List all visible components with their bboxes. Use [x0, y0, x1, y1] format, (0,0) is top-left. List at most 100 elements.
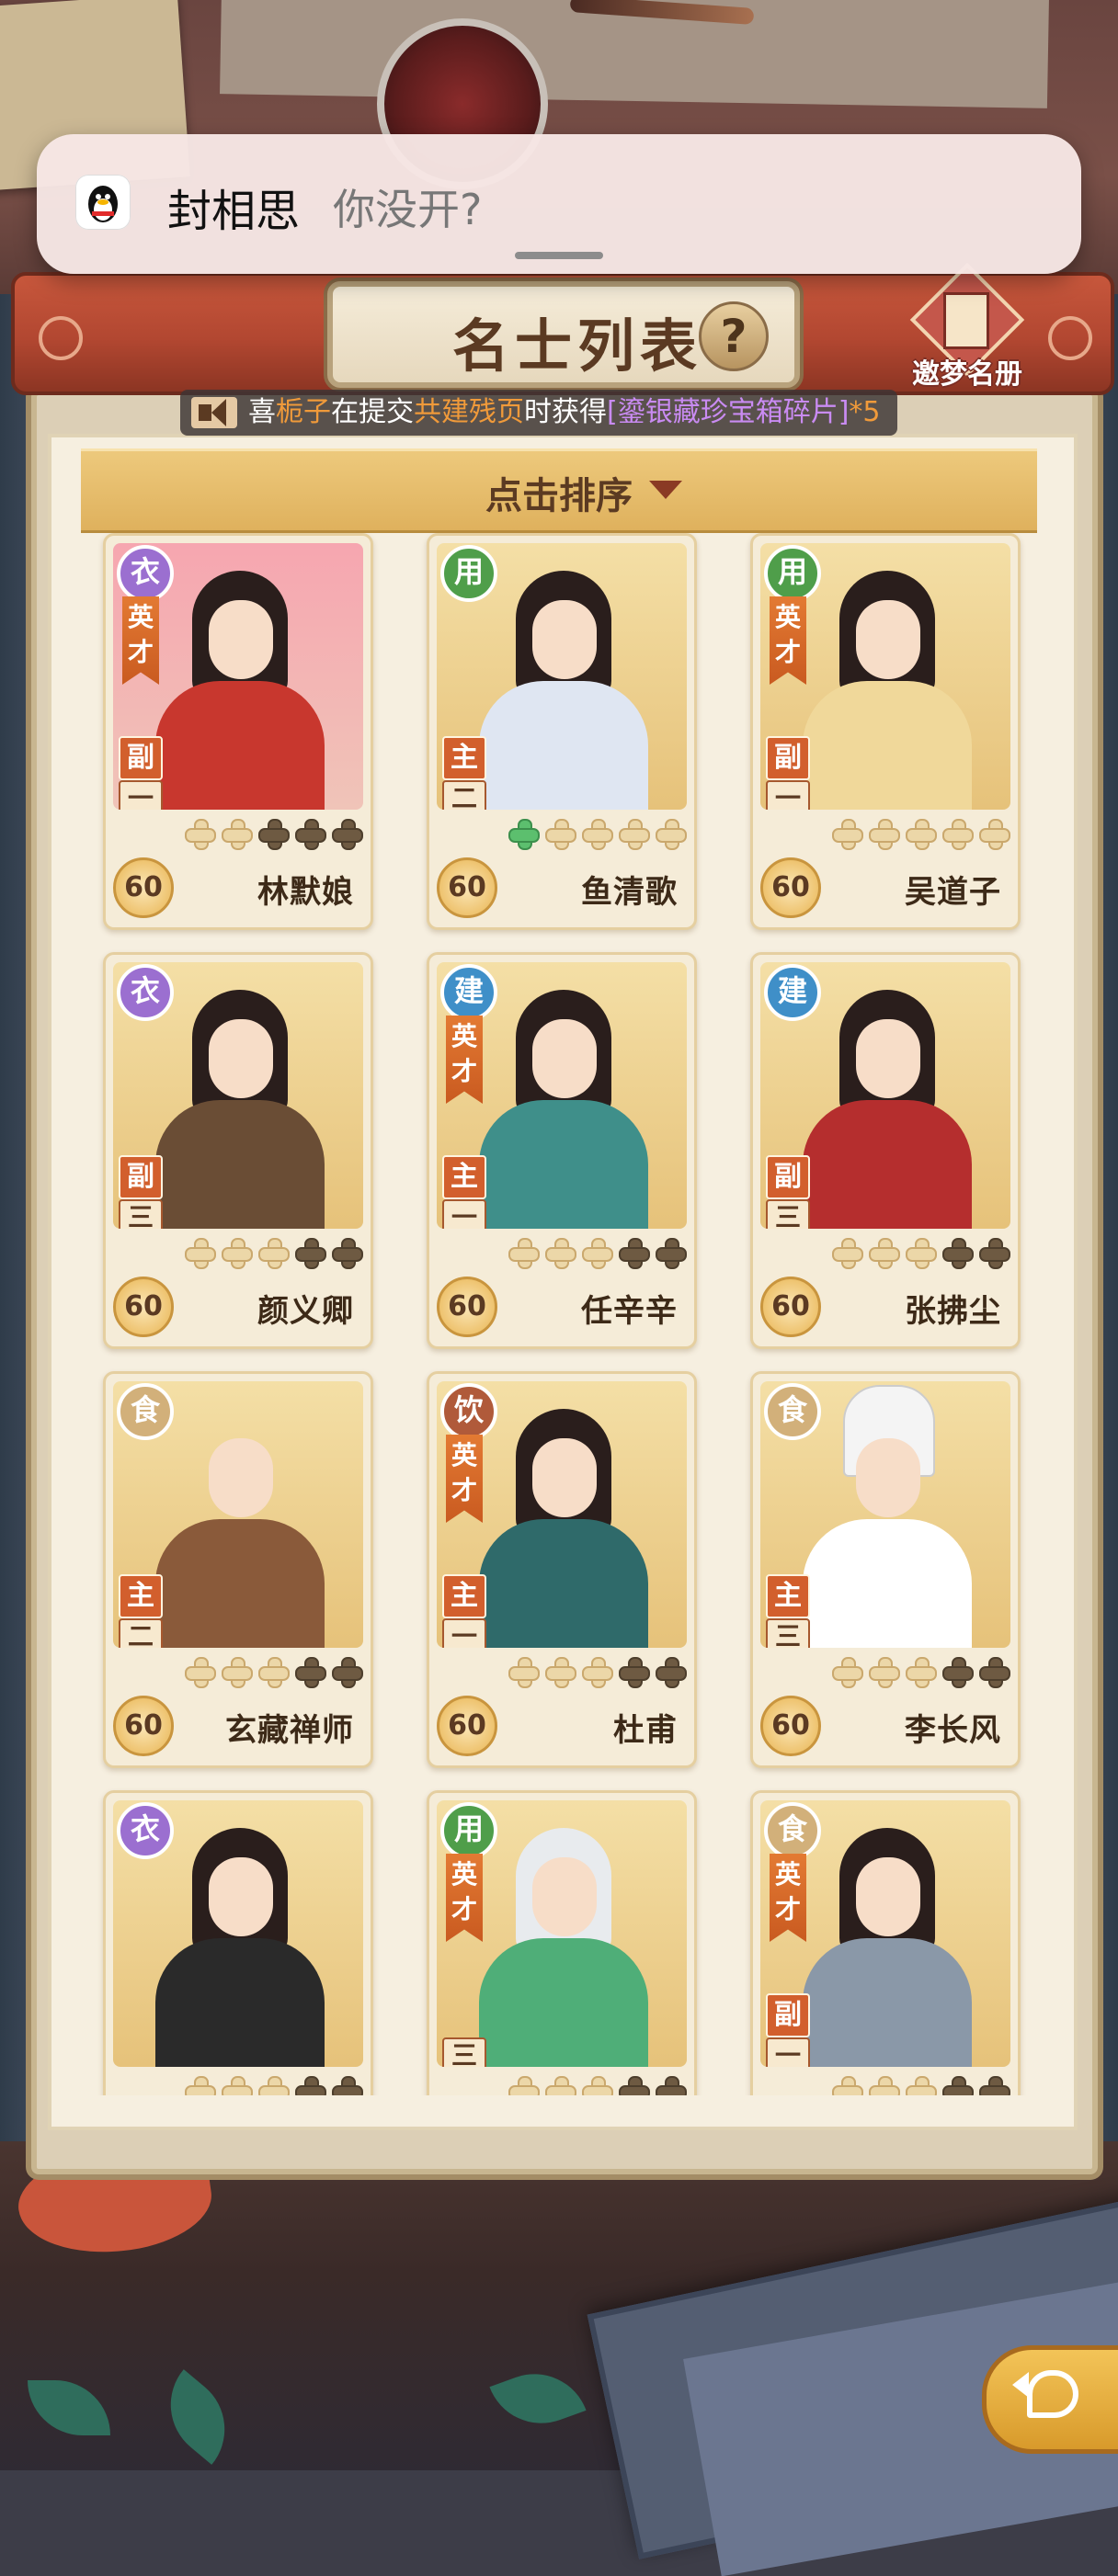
- clover-icon: [869, 1657, 900, 1688]
- robe-shape: [479, 1519, 648, 1648]
- hero-portrait: 饮英才主一: [437, 1381, 687, 1648]
- role-tag: 副: [119, 736, 163, 780]
- hero-name: 吴道子: [905, 874, 1001, 911]
- hero-card[interactable]: 用主二 60 鱼清歌: [427, 533, 697, 930]
- clover-icon: [545, 819, 576, 850]
- book-icon: [943, 292, 989, 349]
- level-badge: 60: [760, 1277, 821, 1337]
- clover-icon: [295, 2076, 326, 2095]
- hero-name: 张拂尘: [905, 1293, 1001, 1330]
- hero-name: 林默娘: [257, 874, 354, 911]
- ornament-icon: [39, 316, 83, 360]
- clover-icon: [619, 2076, 650, 2095]
- hero-card[interactable]: 食英才副一: [750, 1790, 1021, 2095]
- clover-icon: [869, 2076, 900, 2095]
- ticker-item: 共建残页: [414, 396, 524, 428]
- rank-tag: 一: [442, 1199, 486, 1229]
- hero-card[interactable]: 建副三 60 张拂尘: [750, 952, 1021, 1349]
- star-rating: [490, 2076, 687, 2095]
- clover-icon: [332, 1238, 363, 1269]
- type-badge: 衣: [117, 545, 174, 602]
- hero-card[interactable]: 食主三 60 李长风: [750, 1371, 1021, 1768]
- hero-portrait: 用英才三: [437, 1800, 687, 2067]
- star-rating: [814, 819, 1010, 852]
- hero-name: 杜甫: [613, 1712, 678, 1749]
- star-rating: [166, 2076, 363, 2095]
- clover-icon: [295, 819, 326, 850]
- rank-tag: 三: [119, 1199, 163, 1229]
- speaker-icon: [191, 397, 237, 428]
- face-shape: [532, 1438, 597, 1517]
- hero-card[interactable]: 饮英才主一 60 杜甫: [427, 1371, 697, 1768]
- robe-shape: [803, 1519, 972, 1648]
- hero-card[interactable]: 食主二 60 玄藏禅师: [103, 1371, 373, 1768]
- rank-tag: 三: [766, 1199, 810, 1229]
- notification-banner[interactable]: 封相思 你没开?: [37, 134, 1081, 274]
- hero-card[interactable]: 衣英才副一 60 林默娘: [103, 533, 373, 930]
- notification-handle[interactable]: [515, 252, 603, 259]
- help-button[interactable]: ?: [699, 301, 769, 371]
- sort-label: 点击排序: [485, 475, 633, 517]
- level-badge: 60: [760, 1696, 821, 1756]
- hero-name: 鱼清歌: [581, 874, 678, 911]
- back-button[interactable]: [982, 2345, 1118, 2454]
- dream-register-label: 邀梦名册: [912, 358, 1022, 391]
- face-shape: [856, 1857, 920, 1936]
- hero-card[interactable]: 用英才三: [427, 1790, 697, 2095]
- robe-shape: [155, 681, 325, 810]
- type-badge: 建: [440, 964, 497, 1021]
- level-badge: 60: [760, 857, 821, 918]
- hero-portrait: 食主二: [113, 1381, 363, 1648]
- hero-card[interactable]: 衣副三 60 颜义卿: [103, 952, 373, 1349]
- sort-button[interactable]: 点击排序: [81, 448, 1037, 533]
- type-badge: 用: [440, 1802, 497, 1859]
- star-rating: [814, 1657, 1010, 1690]
- hero-portrait: 衣: [113, 1800, 363, 2067]
- clover-icon: [979, 2076, 1010, 2095]
- star-rating: [814, 2076, 1010, 2095]
- role-tag: 副: [119, 1155, 163, 1199]
- clover-icon: [508, 819, 540, 850]
- robe-shape: [803, 1100, 972, 1229]
- return-arrow-icon: [1012, 2370, 1078, 2418]
- clover-icon: [545, 2076, 576, 2095]
- clover-icon: [869, 819, 900, 850]
- role-tag: 副: [766, 1155, 810, 1199]
- ticker-text-part: 在提交: [331, 396, 414, 428]
- rank-tag: 一: [442, 1618, 486, 1648]
- clover-icon: [582, 1657, 613, 1688]
- clover-icon: [979, 1238, 1010, 1269]
- hero-portrait: 建副三: [760, 962, 1010, 1229]
- role-tag: 主: [766, 1574, 810, 1618]
- face-shape: [209, 1438, 273, 1517]
- clover-icon: [906, 2076, 937, 2095]
- clover-icon: [332, 2076, 363, 2095]
- clover-icon: [508, 2076, 540, 2095]
- role-tag: 主: [119, 1574, 163, 1618]
- clover-icon: [942, 1238, 974, 1269]
- face-shape: [209, 600, 273, 679]
- rank-tag: 三: [442, 2037, 486, 2067]
- clover-icon: [656, 2076, 687, 2095]
- clover-icon: [869, 1238, 900, 1269]
- role-tag: 副: [766, 736, 810, 780]
- talent-tag: 英才: [446, 1016, 483, 1104]
- hero-portrait: 用主二: [437, 543, 687, 810]
- hero-name: 玄藏禅师: [225, 1712, 354, 1749]
- clover-icon: [942, 2076, 974, 2095]
- level-badge: 60: [437, 1277, 497, 1337]
- dream-register-button[interactable]: 邀梦名册: [903, 262, 1032, 391]
- star-rating: [490, 819, 687, 852]
- clover-icon: [332, 819, 363, 850]
- type-badge: 饮: [440, 1383, 497, 1440]
- face-shape: [856, 1438, 920, 1517]
- hero-card[interactable]: 衣: [103, 1790, 373, 2095]
- clover-icon: [295, 1657, 326, 1688]
- hero-card[interactable]: 建英才主一 60 任辛辛: [427, 952, 697, 1349]
- clover-icon: [582, 819, 613, 850]
- star-rating: [166, 1657, 363, 1690]
- hero-card[interactable]: 用英才副一 60 吴道子: [750, 533, 1021, 930]
- type-badge: 衣: [117, 1802, 174, 1859]
- question-mark-icon: ?: [720, 310, 747, 363]
- rank-tag: 二: [119, 1618, 163, 1648]
